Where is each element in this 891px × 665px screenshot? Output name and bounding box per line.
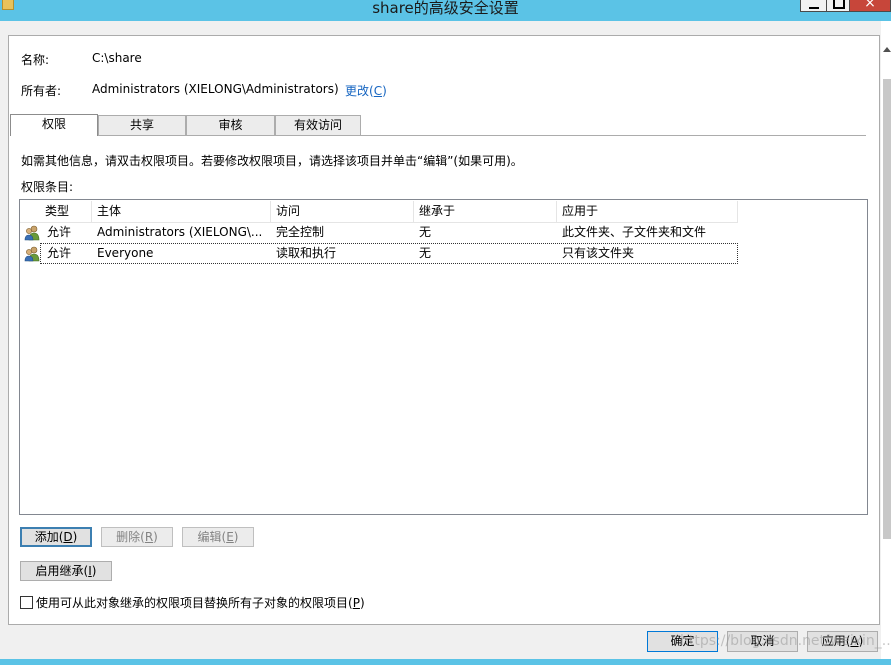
scrollbar-thumb[interactable] xyxy=(883,79,891,539)
cell-type: 允许 xyxy=(47,246,72,260)
cell-inherited: 无 xyxy=(419,246,432,260)
window-bottom-border xyxy=(0,659,891,665)
permission-entries-list[interactable]: 类型 主体 访问 继承于 应用于 允许 Administrators (XIEL… xyxy=(19,199,868,515)
cell-access: 读取和执行 xyxy=(276,246,337,260)
owner-value: Administrators (XIELONG\Administrators) xyxy=(92,82,339,96)
cell-principal: Administrators (XIELONG\... xyxy=(97,225,263,239)
tab-effective-access[interactable]: 有效访问 xyxy=(275,115,361,135)
name-value: C:\share xyxy=(92,51,142,65)
cell-access: 完全控制 xyxy=(276,225,325,239)
owner-label: 所有者: xyxy=(21,84,62,98)
scrollbar[interactable] xyxy=(881,21,891,659)
column-type[interactable]: 类型 xyxy=(40,201,92,222)
close-icon[interactable] xyxy=(850,0,891,12)
tab-permissions[interactable]: 权限 xyxy=(10,114,98,136)
scroll-up-icon[interactable] xyxy=(883,47,891,52)
list-header: 类型 主体 访问 继承于 应用于 xyxy=(20,201,738,223)
enable-inheritance-button[interactable]: 启用继承(I) xyxy=(20,561,112,581)
watermark: https://blog.csdn.net/weixin_... xyxy=(680,633,891,649)
users-icon xyxy=(24,246,40,262)
column-principal[interactable]: 主体 xyxy=(92,201,271,222)
tab-auditing[interactable]: 审核 xyxy=(186,115,275,135)
title-bar: share的高级安全设置 xyxy=(0,0,891,21)
cell-inherited: 无 xyxy=(419,225,432,239)
window-title: share的高级安全设置 xyxy=(372,0,519,17)
window-controls xyxy=(800,0,891,12)
tab-divider xyxy=(10,135,866,136)
maximize-icon[interactable] xyxy=(827,0,850,12)
edit-button[interactable]: 编辑(E) xyxy=(182,527,254,547)
users-icon xyxy=(24,225,40,241)
minimize-icon[interactable] xyxy=(800,0,827,12)
cell-principal: Everyone xyxy=(97,246,154,260)
change-owner-link[interactable]: 更改(C) xyxy=(345,82,387,99)
cell-type: 允许 xyxy=(47,225,72,239)
instruction-text: 如需其他信息，请双击权限项目。若要修改权限项目，请选择该项目并单击“编辑”(如果… xyxy=(21,154,523,168)
cell-applies: 只有该文件夹 xyxy=(562,246,635,260)
table-row[interactable]: 允许 Administrators (XIELONG\... 完全控制 无 此文… xyxy=(20,222,738,243)
add-button[interactable]: 添加(D) xyxy=(20,527,92,547)
column-access[interactable]: 访问 xyxy=(271,201,414,222)
replace-child-permissions-label[interactable]: 使用可从此对象继承的权限项目替换所有子对象的权限项目(P) xyxy=(36,594,365,611)
tab-sharing[interactable]: 共享 xyxy=(98,115,186,135)
cell-applies: 此文件夹、子文件夹和文件 xyxy=(562,225,707,239)
remove-button[interactable]: 删除(R) xyxy=(101,527,173,547)
column-inherited-from[interactable]: 继承于 xyxy=(414,201,557,222)
name-label: 名称: xyxy=(21,53,50,67)
entries-label: 权限条目: xyxy=(21,180,74,194)
table-row[interactable]: 允许 Everyone 读取和执行 无 只有该文件夹 xyxy=(20,243,738,264)
replace-child-permissions-checkbox[interactable] xyxy=(20,596,33,609)
column-applies-to[interactable]: 应用于 xyxy=(557,201,738,222)
